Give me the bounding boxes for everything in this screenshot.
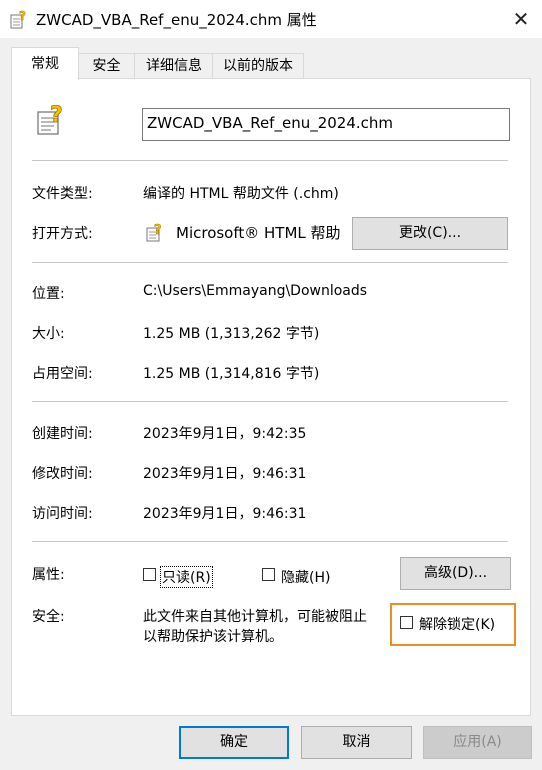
open-with-value: Microsoft® HTML 帮助 [176,224,341,242]
close-button[interactable]: ✕ [508,6,534,32]
divider [32,541,508,542]
accessed-value: 2023年9月1日，9:46:31 [143,506,307,522]
security-text-line1: 此文件来自其他计算机，可能被阻止 [143,609,367,625]
security-text-line2: 以帮助保护该计算机。 [143,629,283,645]
chm-file-icon: ? [37,103,63,135]
svg-text:?: ? [154,223,162,238]
size-value: 1.25 MB (1,313,262 字节) [143,326,320,342]
tab-general[interactable]: 常规 [11,47,79,80]
unblock-checkbox[interactable] [400,616,413,629]
tab-details[interactable]: 详细信息 [134,53,214,78]
tab-security[interactable]: 安全 [77,53,136,78]
readonly-checkbox[interactable] [143,568,156,581]
chm-file-icon: ? [10,9,26,29]
file-type-label: 文件类型: [32,186,93,202]
svg-text:?: ? [50,103,63,128]
tab-previous-versions[interactable]: 以前的版本 [212,53,304,78]
created-label: 创建时间: [32,426,93,442]
change-button[interactable]: 更改(C)... [352,217,508,250]
hidden-label[interactable]: 隐藏(H) [281,567,330,587]
svg-text:?: ? [19,9,26,23]
size-label: 大小: [32,326,65,342]
ok-button[interactable]: 确定 [179,726,289,759]
security-label: 安全: [32,609,65,625]
size-on-disk-label: 占用空间: [32,366,93,382]
hidden-checkbox[interactable] [262,568,275,581]
help-viewer-icon: ? [146,223,162,242]
modified-label: 修改时间: [32,466,93,482]
divider [32,401,508,402]
apply-button[interactable]: 应用(A) [423,726,532,759]
location-value: C:\Users\Emmayang\Downloads [143,283,368,299]
accessed-label: 访问时间: [32,506,93,522]
open-with-label: 打开方式: [32,226,93,242]
divider [32,160,508,161]
filename-input[interactable]: ZWCAD_VBA_Ref_enu_2024.chm [142,108,510,141]
cancel-button[interactable]: 取消 [301,726,412,759]
window-title: ZWCAD_VBA_Ref_enu_2024.chm 属性 [36,11,317,29]
size-on-disk-value: 1.25 MB (1,314,816 字节) [143,366,320,382]
readonly-label[interactable]: 只读(R) [160,566,213,588]
attributes-label: 属性: [32,567,65,583]
created-value: 2023年9月1日，9:42:35 [143,426,307,442]
modified-value: 2023年9月1日，9:46:31 [143,466,307,482]
location-label: 位置: [32,286,65,302]
unblock-label[interactable]: 解除锁定(K) [419,614,495,634]
divider [32,262,508,263]
file-type-value: 编译的 HTML 帮助文件 (.chm) [143,186,339,202]
advanced-button[interactable]: 高级(D)... [400,557,511,590]
